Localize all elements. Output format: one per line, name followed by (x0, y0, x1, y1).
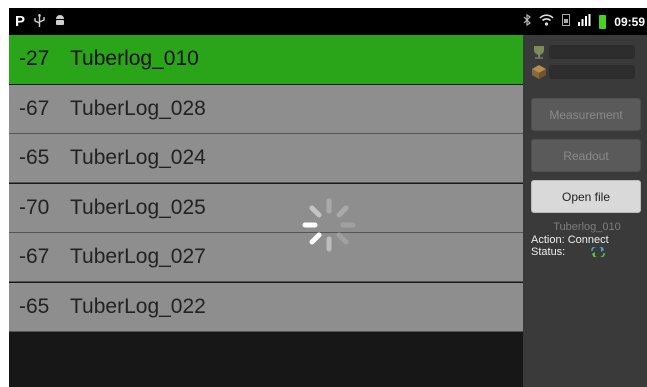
device-rssi: -70 (19, 196, 50, 219)
open-file-button[interactable]: Open file (531, 180, 641, 213)
signal-icon (578, 14, 591, 29)
trophy-icon (534, 46, 544, 59)
device-row[interactable]: -65 TuberLog_022 (9, 283, 523, 332)
device-row[interactable]: -67 TuberLog_027 (9, 233, 523, 282)
usb-icon (34, 13, 45, 30)
device-name: TuberLog_022 (70, 295, 206, 318)
device-rssi: -65 (19, 146, 50, 169)
status-bar-system: 09:59 (523, 11, 645, 32)
readout-button[interactable]: Readout (531, 139, 641, 172)
progress-bar-1 (549, 45, 635, 59)
control-panel: Measurement Readout Open file Tuberlog_0… (523, 35, 647, 387)
status-bar-notifications: P (15, 11, 66, 32)
progress-bar-2 (549, 65, 635, 79)
clock: 09:59 (614, 14, 645, 29)
selected-device-name: Tuberlog_010 (553, 221, 621, 233)
device-info: Tuberlog_010 Action: Connect Status: (531, 221, 643, 258)
status-label: Status: (531, 246, 566, 258)
action-label: Action: (531, 234, 565, 246)
wifi-icon (539, 14, 554, 29)
action-line: Action: Connect (531, 234, 643, 246)
device-rssi: -27 (19, 47, 50, 70)
android-debug-icon (54, 14, 66, 29)
device-rssi: -67 (19, 97, 50, 120)
device-name: TuberLog_027 (70, 245, 206, 268)
status-bar: P 09:59 (9, 8, 647, 35)
device-row[interactable]: -65 TuberLog_024 (9, 134, 523, 183)
p-app-icon: P (15, 13, 26, 30)
bluetooth-icon (523, 13, 532, 29)
status-line: Status: (531, 246, 643, 258)
device-name: TuberLog_025 (70, 196, 206, 219)
measurement-button[interactable]: Measurement (531, 98, 641, 131)
action-value: Connect (567, 234, 609, 246)
device-rssi: -67 (19, 245, 50, 268)
device-row[interactable]: -27 Tuberlog_010 (9, 35, 523, 84)
device-screen: P 09:59 -27 Tuberlog_010 -67 TuberLog_02… (9, 8, 647, 387)
battery-icon (599, 14, 607, 29)
device-icon (532, 65, 546, 79)
device-list[interactable]: -27 Tuberlog_010 -67 TuberLog_028 -65 Tu… (9, 35, 523, 387)
device-name: TuberLog_028 (70, 97, 206, 120)
loading-spinner-icon (302, 198, 356, 252)
sim-icon (562, 14, 571, 29)
device-row[interactable]: -67 TuberLog_028 (9, 85, 523, 134)
device-name: Tuberlog_010 (70, 47, 199, 70)
device-name: TuberLog_024 (70, 146, 206, 169)
device-row[interactable]: -70 TuberLog_025 (9, 184, 523, 233)
device-rssi: -65 (19, 295, 50, 318)
sync-arrows-icon (591, 247, 606, 258)
